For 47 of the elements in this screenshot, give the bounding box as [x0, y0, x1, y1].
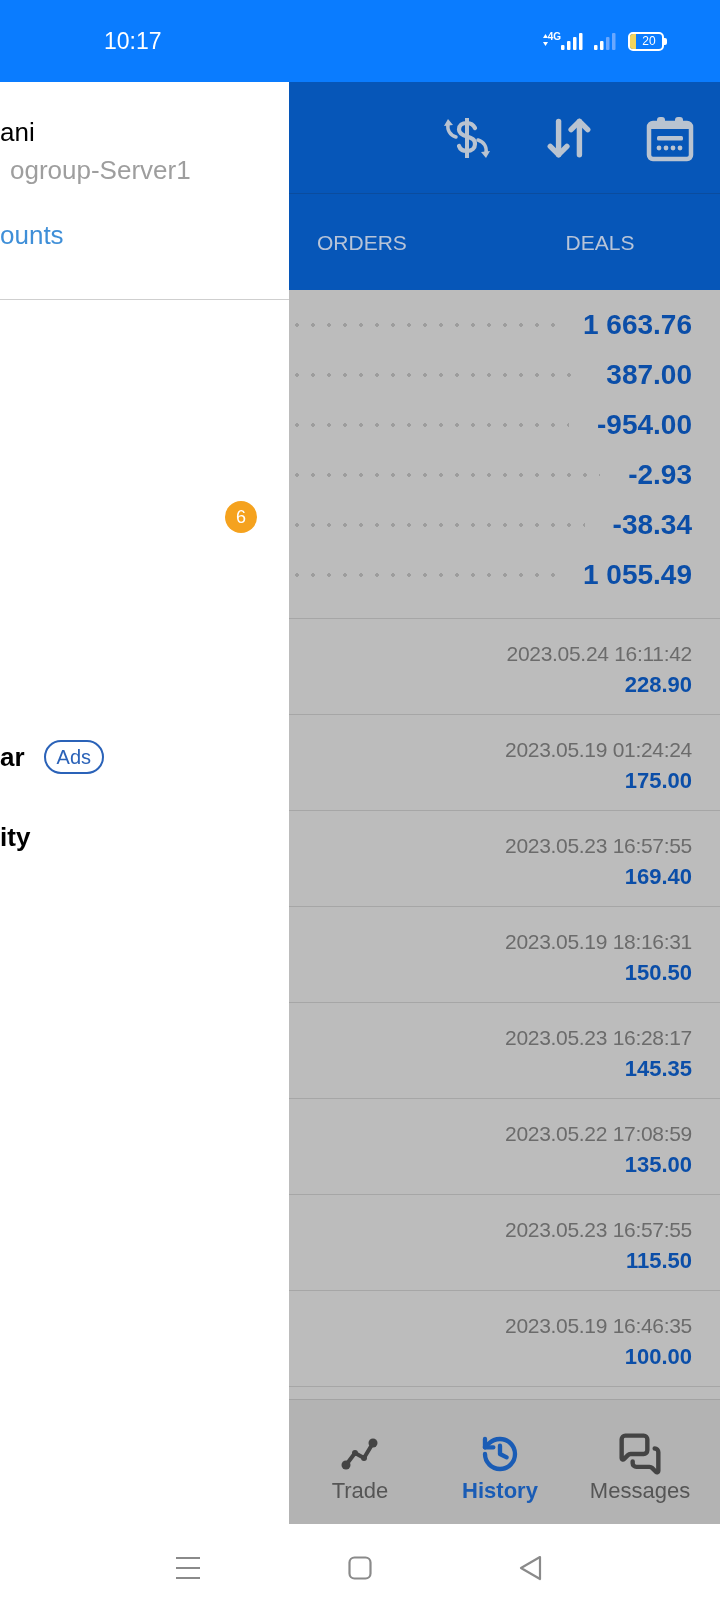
menu-item-label[interactable]: ity — [0, 824, 31, 850]
nav-tab[interactable]: Trade — [290, 1400, 430, 1524]
summary-value: 387.00 — [606, 361, 692, 389]
nav-tab[interactable]: History — [430, 1400, 570, 1524]
battery-charge-fill — [630, 33, 636, 49]
deal-time: 2023.05.23 16:28:17 — [505, 1024, 692, 1051]
deal-amount: 100.00 — [624, 1342, 692, 1371]
summary-value: -954.00 — [597, 411, 692, 439]
menu-icon[interactable] — [175, 1556, 201, 1580]
network-type: 4G — [547, 31, 561, 42]
data-arrows-icon — [542, 33, 548, 46]
deal-amount: 135.00 — [624, 1150, 692, 1179]
deal-time: 2023.05.19 16:46:35 — [505, 1312, 692, 1339]
summary-value: -38.34 — [612, 511, 692, 539]
deal-amount: 175.00 — [624, 766, 692, 795]
deal-amount: 150.50 — [624, 958, 692, 987]
ads-tag: Ads — [43, 740, 105, 774]
chat-bubbles-icon — [618, 1432, 662, 1476]
status-time: 10:17 — [104, 29, 162, 53]
deal-time: 2023.05.19 18:16:31 — [505, 928, 692, 955]
deal-amount: 145.35 — [624, 1054, 692, 1083]
home-square-icon[interactable] — [348, 1556, 372, 1580]
deal-time: 2023.05.23 16:57:55 — [505, 1216, 692, 1243]
count-badge: 6 — [225, 501, 257, 533]
deal-time: 2023.05.24 16:11:42 — [506, 640, 692, 667]
line-chart-icon — [340, 1436, 380, 1472]
summary-value: -2.93 — [628, 461, 692, 489]
deal-amount: 169.40 — [624, 862, 692, 891]
history-icon — [480, 1434, 520, 1474]
menu-item-label[interactable]: ar — [0, 744, 25, 770]
deal-time: 2023.05.19 01:24:24 — [505, 736, 692, 763]
tab[interactable]: DEALS — [480, 194, 720, 290]
deal-time: 2023.05.23 16:57:55 — [505, 832, 692, 859]
deal-time: 2023.05.22 17:08:59 — [505, 1120, 692, 1147]
back-icon[interactable] — [519, 1555, 542, 1581]
summary-value: 1 663.76 — [583, 311, 692, 339]
deal-amount: 115.50 — [625, 1246, 692, 1275]
server-name: ogroup-Server1 — [10, 154, 192, 187]
tab[interactable]: ORDERS — [289, 194, 480, 290]
battery-percent: 20 — [641, 33, 657, 49]
account-name: ani — [0, 116, 36, 149]
signal-icon — [561, 32, 583, 50]
signal-icon — [594, 32, 616, 50]
deal-amount: 228.90 — [624, 670, 692, 699]
nav-tab[interactable]: Messages — [570, 1400, 710, 1524]
summary-value: 1 055.49 — [583, 561, 692, 589]
accounts-link[interactable]: ounts — [0, 217, 64, 253]
